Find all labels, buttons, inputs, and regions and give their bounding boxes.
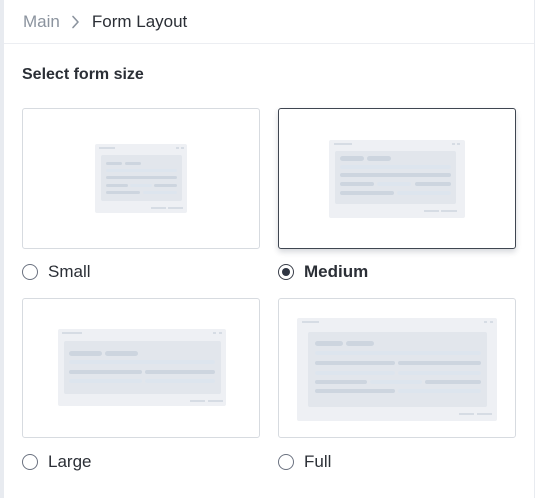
- radio-medium[interactable]: [278, 264, 294, 280]
- radio-large[interactable]: [22, 454, 38, 470]
- small-form-preview: [95, 144, 187, 213]
- medium-form-preview: [329, 140, 465, 218]
- size-label-full: Full: [304, 452, 332, 471]
- section-title: Select form size: [22, 66, 144, 83]
- size-card-full[interactable]: [278, 298, 516, 438]
- breadcrumb: Main Form Layout: [4, 0, 534, 44]
- size-option-large[interactable]: Large: [22, 452, 91, 472]
- chevron-right-icon: [71, 15, 80, 29]
- radio-full[interactable]: [278, 454, 294, 470]
- radio-checked-dot: [282, 268, 290, 276]
- full-form-preview: [297, 318, 497, 421]
- breadcrumb-main-link[interactable]: Main: [23, 12, 60, 32]
- form-layout-page: Main Form Layout Select form size Small …: [0, 0, 535, 498]
- size-option-small[interactable]: Small: [22, 262, 91, 282]
- size-option-full[interactable]: Full: [278, 452, 331, 472]
- size-card-small[interactable]: [22, 108, 260, 249]
- radio-small[interactable]: [22, 264, 38, 280]
- size-card-large[interactable]: [22, 298, 260, 438]
- breadcrumb-current: Form Layout: [91, 11, 188, 31]
- size-label-large: Large: [48, 452, 92, 471]
- large-form-preview: [58, 329, 226, 406]
- size-option-medium[interactable]: Medium: [278, 262, 368, 282]
- size-label-small: Small: [48, 262, 91, 281]
- size-card-medium[interactable]: [278, 108, 516, 249]
- size-label-medium: Medium: [304, 262, 369, 281]
